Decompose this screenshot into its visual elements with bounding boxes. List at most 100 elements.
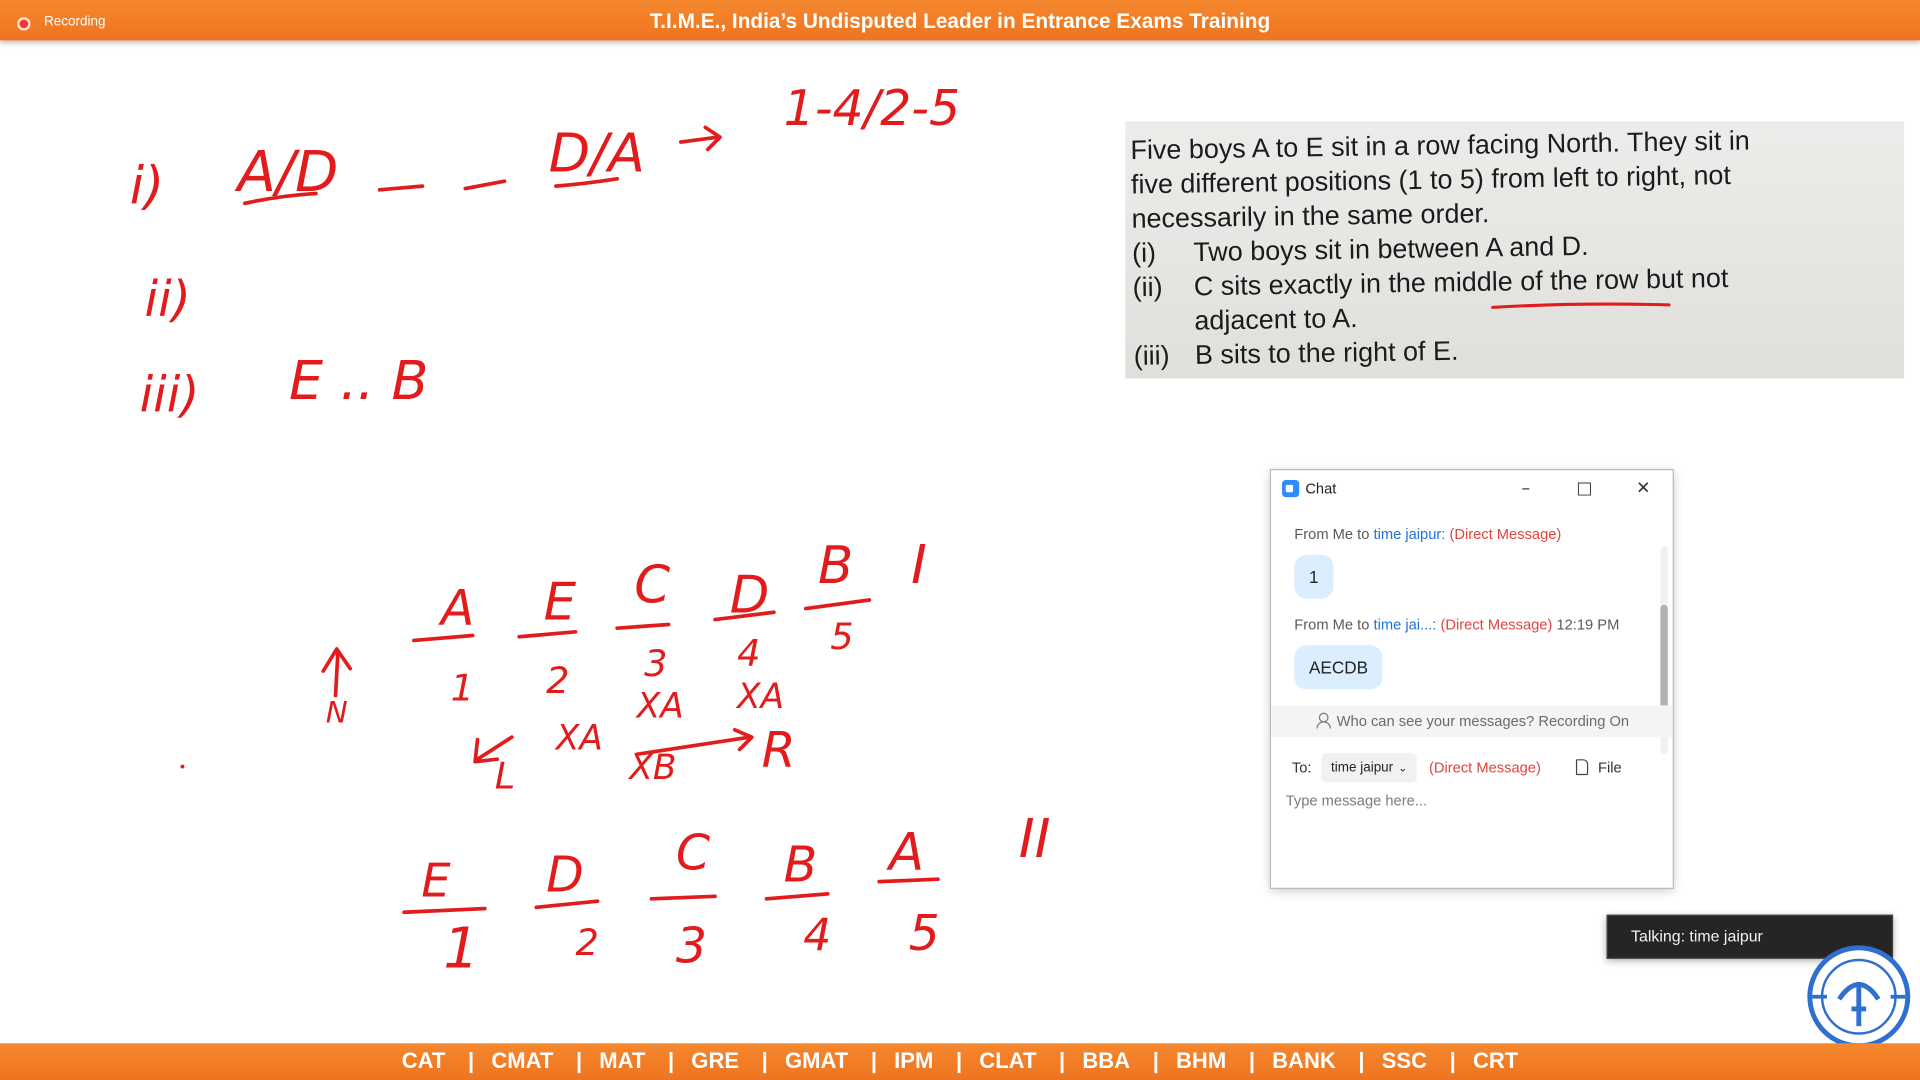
- file-button[interactable]: File: [1575, 756, 1622, 780]
- exam-item: CAT: [401, 1048, 446, 1073]
- north-arrow: [321, 647, 353, 698]
- case2-letter: A: [886, 822, 924, 882]
- visibility-text: Who can see your messages? Recording On: [1336, 712, 1630, 730]
- condition-text: C sits exactly in the middle of the row …: [1193, 262, 1729, 302]
- condition-number: (iii): [1133, 339, 1170, 371]
- message-prefix: From Me to: [1294, 525, 1370, 543]
- case1-position: 4: [737, 632, 760, 675]
- case2-slot: [764, 892, 830, 901]
- case1-position: 5: [830, 615, 853, 658]
- condition-number: (ii): [1132, 271, 1163, 303]
- cross-mark: XA: [735, 677, 784, 717]
- case1-letter: E: [544, 573, 577, 633]
- minimize-button[interactable]: –: [1512, 478, 1539, 500]
- case1-position: 2: [546, 659, 569, 702]
- cross-mark: XA: [554, 718, 603, 758]
- exam-item: BBA: [1042, 1048, 1130, 1074]
- file-icon: [1575, 759, 1589, 776]
- time-logo: [1807, 945, 1911, 1049]
- zoom-camera-icon: [1282, 480, 1300, 498]
- case1-slot: [615, 622, 671, 631]
- case2-letter: B: [784, 837, 818, 894]
- message-prefix: From Me to: [1294, 615, 1370, 634]
- case2-letter: C: [676, 824, 711, 881]
- question-underline: [1491, 302, 1671, 309]
- case1-letter: C: [634, 555, 670, 615]
- to-label: To:: [1291, 759, 1312, 777]
- case1-label: I: [911, 533, 927, 596]
- chat-window: Chat – □ ✕ From Me to time jaipur: (Dire…: [1269, 468, 1674, 889]
- question-image: Five boys A to E sit in a row facing Nor…: [1125, 121, 1905, 379]
- recipient-tag: (Direct Message): [1428, 759, 1541, 777]
- case2-letter: D: [546, 846, 584, 903]
- message-time: 12:19 PM: [1556, 615, 1620, 634]
- case1-letter: B: [818, 536, 853, 596]
- right-label: R: [762, 722, 796, 779]
- case1-slot: [803, 598, 872, 611]
- recipient-row: To: time jaipur ⌄ (Direct Message) File: [1271, 751, 1673, 785]
- chat-titlebar[interactable]: Chat – □ ✕: [1271, 470, 1673, 507]
- exam-item: BANK: [1232, 1048, 1336, 1074]
- case1-letter: A: [438, 579, 475, 636]
- message-tag: (Direct Message): [1449, 525, 1562, 543]
- case1-position: 3: [644, 642, 667, 685]
- file-label: File: [1597, 759, 1622, 777]
- message-header: From Me to time jaipur: (Direct Message): [1294, 525, 1561, 542]
- case1-slot: [517, 630, 578, 639]
- close-button[interactable]: ✕: [1630, 478, 1657, 500]
- condition-text: B sits to the right of E.: [1194, 335, 1459, 371]
- recipient-select[interactable]: time jaipur ⌄: [1321, 753, 1418, 783]
- message-bubble[interactable]: AECDB: [1294, 645, 1383, 690]
- case2-slot: [402, 906, 487, 915]
- exam-item: MAT: [559, 1048, 645, 1074]
- message-bubble[interactable]: 1: [1294, 554, 1334, 599]
- message-header: From Me to time jai...: (Direct Message)…: [1294, 616, 1619, 633]
- message-recipient[interactable]: time jai...:: [1374, 616, 1437, 633]
- exam-item: IPM: [854, 1048, 933, 1074]
- right-arrow: [634, 727, 754, 757]
- maximize-button[interactable]: □: [1571, 478, 1598, 500]
- case2-position: 2: [576, 921, 599, 964]
- case2-position: 5: [909, 905, 940, 962]
- exam-item: CRT: [1433, 1048, 1518, 1074]
- clue1-cases: 1-4/2-5: [784, 80, 960, 137]
- exam-item: GRE: [651, 1048, 739, 1074]
- exam-item: BHM: [1136, 1048, 1226, 1074]
- exam-item: CLAT: [939, 1048, 1036, 1074]
- message-tag: (Direct Message): [1440, 615, 1553, 634]
- north-label: N: [326, 695, 348, 729]
- question-text: Five boys A to E sit in a row facing Nor…: [1130, 122, 1893, 374]
- case2-letter: E: [421, 853, 451, 907]
- message-list: From Me to time jaipur: (Direct Message)…: [1271, 507, 1673, 755]
- case1-slot: [412, 633, 475, 643]
- case2-position: 3: [676, 917, 707, 974]
- case2-slot: [877, 877, 940, 884]
- chevron-down-icon: ⌄: [1398, 761, 1408, 774]
- cross-mark: XA: [635, 687, 684, 727]
- case2-position: 4: [803, 910, 831, 961]
- exam-list: CAT CMAT MAT GRE GMAT IPM CLAT BBA BHM B…: [402, 1048, 1519, 1074]
- blank-slot: [377, 184, 425, 192]
- case2-position: 1: [443, 916, 479, 981]
- ink-dot: [180, 764, 185, 769]
- condition-text: Two boys sit in between A and D.: [1193, 230, 1589, 268]
- bottom-banner: CAT CMAT MAT GRE GMAT IPM CLAT BBA BHM B…: [0, 1043, 1920, 1080]
- case2-label: II: [1019, 807, 1051, 870]
- recipient-selected: time jaipur: [1331, 760, 1394, 776]
- clue1-right-pair: D/A: [549, 121, 645, 184]
- meeting-screen: Recording T.I.M.E., India’s Undisputed L…: [0, 0, 1920, 1080]
- implies-arrow: [678, 125, 722, 152]
- case1-position: 1: [451, 666, 474, 709]
- clue3-work: E .. B: [289, 349, 428, 412]
- exam-item: CMAT: [451, 1048, 553, 1074]
- exam-item: SSC: [1341, 1048, 1427, 1074]
- clue-label-2: ii): [144, 271, 190, 328]
- clue-label-3: iii): [140, 366, 200, 423]
- person-icon: [1315, 712, 1332, 729]
- visibility-notice[interactable]: Who can see your messages? Recording On: [1271, 705, 1673, 738]
- message-recipient[interactable]: time jaipur:: [1374, 525, 1446, 542]
- blank-slot: [463, 179, 507, 191]
- message-input[interactable]: [1285, 786, 1654, 816]
- condition-number: (i): [1131, 237, 1157, 269]
- chat-title: Chat: [1305, 480, 1337, 498]
